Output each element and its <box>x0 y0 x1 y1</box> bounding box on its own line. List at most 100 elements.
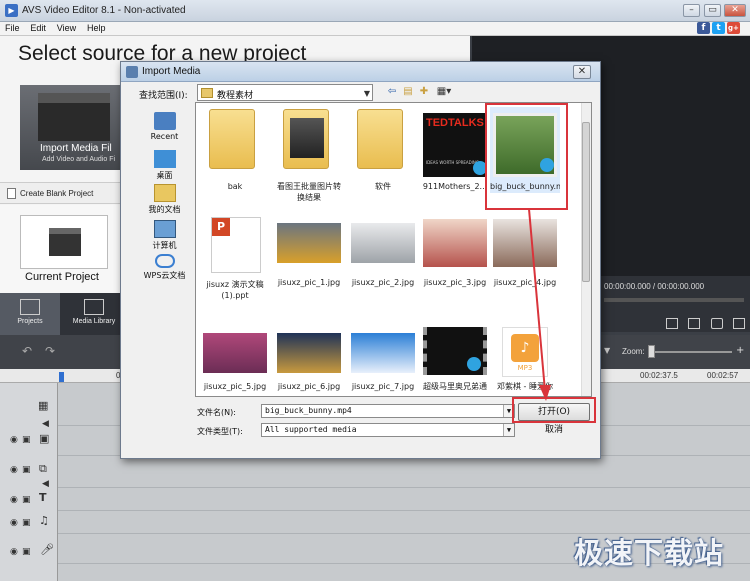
music-track-icon: ♫ <box>39 514 49 527</box>
chevron-down-icon[interactable]: ▼ <box>604 345 620 357</box>
place-wps-cloud[interactable]: WPS云文档 <box>136 254 193 281</box>
google-plus-icon[interactable]: g+ <box>727 22 740 34</box>
seek-bar[interactable] <box>604 298 744 302</box>
ted-tagline: IDEAS WORTH SPREADING <box>426 160 479 165</box>
menu-view[interactable]: View <box>52 22 79 33</box>
recent-icon <box>153 112 176 130</box>
menu-help[interactable]: Help <box>82 22 109 33</box>
eye-icon[interactable]: ◉ <box>10 546 18 558</box>
snapshot-icon[interactable] <box>666 318 678 329</box>
file-item[interactable]: jisuxz_pic_3.jpg <box>420 213 490 303</box>
image-thumbnail <box>423 219 487 267</box>
folder-icon <box>201 88 213 98</box>
filetype-value: All supported media <box>265 425 357 434</box>
tab-projects[interactable]: Projects <box>0 293 60 335</box>
minimize-button[interactable]: – <box>683 4 700 17</box>
lock-icon[interactable]: ▣ <box>22 494 31 506</box>
zoom-in-icon[interactable]: + <box>736 345 744 356</box>
file-item[interactable]: TEDTALKS IDEAS WORTH SPREADING 911Mother… <box>420 107 490 193</box>
playhead-marker[interactable] <box>59 372 64 382</box>
place-computer[interactable]: 计算机 <box>136 220 193 251</box>
places-bar: Recent 桌面 我的文档 计算机 WPS云文档 <box>136 102 193 402</box>
import-tile-title: Import Media Fil <box>40 143 112 154</box>
current-project-tile[interactable]: Current Project <box>0 205 122 293</box>
file-item[interactable]: P jisuxz 演示文稿(1).ppt <box>200 213 270 303</box>
file-name: jisuxz 演示文稿(1).ppt <box>206 280 264 300</box>
file-item[interactable]: jisuxz_pic_7.jpg <box>348 325 418 395</box>
file-item[interactable]: bak <box>200 107 270 193</box>
lock-icon[interactable]: ▣ <box>22 546 31 558</box>
look-in-dropdown[interactable]: 教程素材 ▼ <box>197 84 373 101</box>
text-track-icon: T <box>39 491 47 504</box>
file-name: 911Mothers_2... <box>422 182 488 191</box>
computer-icon <box>153 220 176 238</box>
cancel-button[interactable]: 取消 <box>518 422 590 440</box>
menu-edit[interactable]: Edit <box>25 22 49 33</box>
file-name: jisuxz_pic_6.jpg <box>277 382 341 391</box>
image-thumbnail <box>351 223 415 263</box>
desktop-icon <box>153 150 176 168</box>
image-thumbnail <box>277 223 341 263</box>
chevron-down-icon: ▼ <box>363 89 370 98</box>
zoom-slider[interactable] <box>650 351 732 353</box>
app-logo-icon: ▶ <box>5 4 18 17</box>
folder-icon <box>283 109 329 169</box>
tab-media-library-label: Media Library <box>72 318 116 325</box>
look-in-value: 教程素材 <box>217 91 254 101</box>
eye-icon[interactable]: ◉ <box>10 434 18 446</box>
cloud-icon <box>154 254 175 268</box>
file-item[interactable]: jisuxz_pic_2.jpg <box>348 213 418 303</box>
up-folder-icon[interactable]: ▤ <box>401 85 415 99</box>
image-thumbnail <box>277 333 341 373</box>
lock-icon[interactable]: ▣ <box>22 434 31 446</box>
view-menu-icon[interactable]: ▦▾ <box>434 85 454 99</box>
ppt-logo-icon: P <box>212 218 230 236</box>
close-button[interactable]: ✕ <box>724 4 746 17</box>
zoom-label: Zoom: <box>622 347 645 356</box>
eye-icon[interactable]: ◉ <box>10 494 18 506</box>
file-item[interactable]: jisuxz_pic_5.jpg <box>200 325 270 395</box>
place-desktop[interactable]: 桌面 <box>136 150 193 181</box>
maximize-button[interactable]: ▭ <box>704 4 721 17</box>
facebook-icon[interactable]: f <box>697 22 710 34</box>
place-documents[interactable]: 我的文档 <box>136 184 193 215</box>
place-recent[interactable]: Recent <box>136 112 193 141</box>
file-item[interactable]: 看图王批量图片转换结果 <box>274 107 344 202</box>
scrollbar-thumb[interactable] <box>582 122 590 282</box>
fullscreen-icon[interactable] <box>733 318 745 329</box>
documents-icon <box>153 184 176 202</box>
volume-icon[interactable] <box>711 318 723 329</box>
lock-icon[interactable]: ▣ <box>22 464 31 476</box>
video-thumbnail: TEDTALKS IDEAS WORTH SPREADING <box>423 113 487 177</box>
filetype-select[interactable]: All supported media ▼ <box>261 423 515 437</box>
dialog-close-button[interactable]: ✕ <box>573 65 591 79</box>
file-item[interactable]: jisuxz_pic_1.jpg <box>274 213 344 303</box>
chevron-down-icon[interactable]: ▼ <box>503 424 514 436</box>
ted-logo-text: TEDTALKS <box>426 117 484 129</box>
speaker-icon[interactable]: ◀ <box>42 418 49 430</box>
file-item[interactable]: 软件 <box>348 107 418 193</box>
file-name: jisuxz_pic_2.jpg <box>351 278 415 287</box>
file-item[interactable]: 超级马里奥兄弟通 <box>420 325 490 395</box>
eye-icon[interactable]: ◉ <box>10 517 18 529</box>
menu-file[interactable]: File <box>0 22 23 33</box>
zoom-slider-handle[interactable] <box>648 345 655 358</box>
undo-icon[interactable]: ↶ <box>22 345 38 357</box>
lock-icon[interactable]: ▣ <box>22 517 31 529</box>
back-arrow-icon[interactable]: ⇦ <box>385 85 399 99</box>
twitter-icon[interactable]: t <box>712 22 725 34</box>
filename-label: 文件名(N): <box>197 408 236 417</box>
filename-input[interactable]: big_buck_bunny.mp4 ▼ <box>261 404 515 418</box>
new-folder-icon[interactable]: ✚ <box>417 85 431 99</box>
create-blank-project-button[interactable]: Create Blank Project <box>0 182 122 204</box>
microphone-icon: 🎤︎ <box>40 543 54 556</box>
file-item[interactable]: jisuxz_pic_6.jpg <box>274 325 344 395</box>
eye-icon[interactable]: ◉ <box>10 464 18 476</box>
file-name: jisuxz_pic_1.jpg <box>277 278 341 287</box>
camera-icon[interactable] <box>688 318 700 329</box>
import-media-tile[interactable]: Import Media Fil Add Video and Audio Fi <box>20 85 128 170</box>
folder-icon <box>357 109 403 169</box>
tab-media-library[interactable]: Media Library <box>64 293 124 335</box>
redo-icon[interactable]: ↷ <box>45 345 61 357</box>
speaker-icon[interactable]: ◀ <box>42 478 49 490</box>
